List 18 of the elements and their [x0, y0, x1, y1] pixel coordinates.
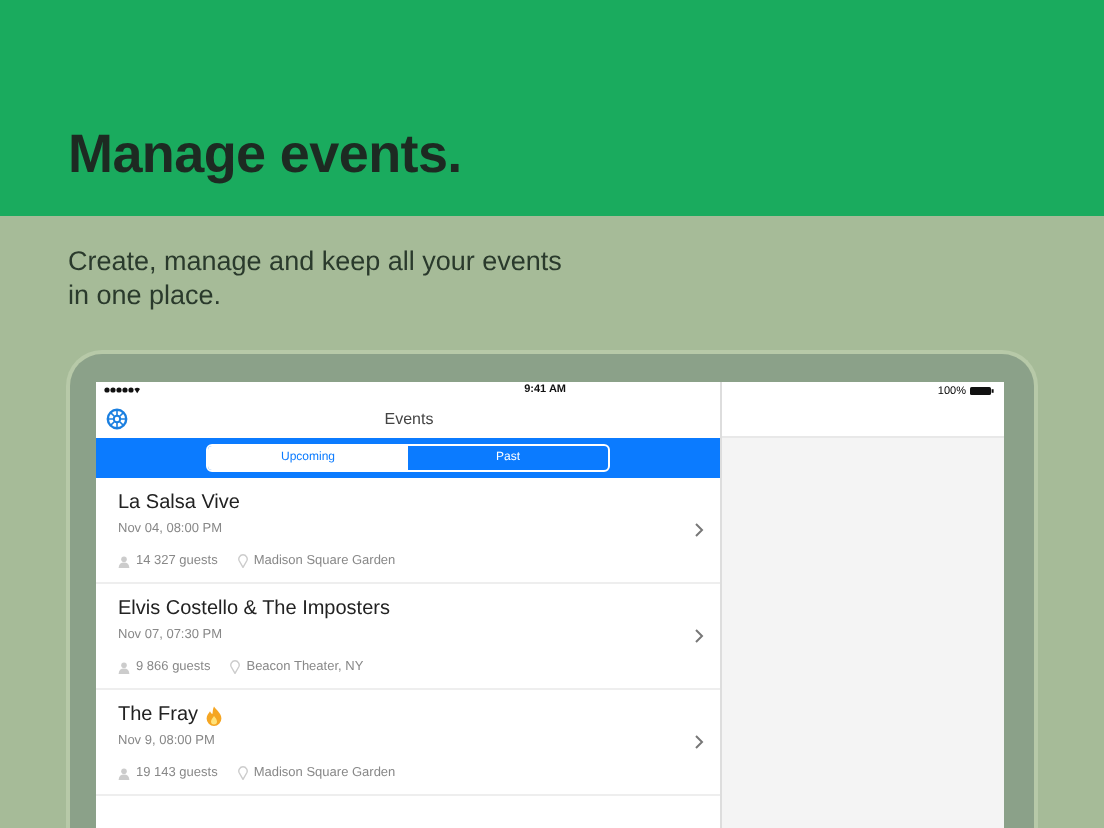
- settings-icon[interactable]: [106, 407, 128, 429]
- chevron-right-icon: [694, 522, 704, 538]
- person-icon: [118, 767, 130, 779]
- person-icon: [118, 555, 130, 567]
- location-pin-icon: [237, 554, 248, 568]
- headline: Manage events.: [68, 124, 464, 186]
- event-name: The Fray: [118, 704, 199, 726]
- location-pin-icon: [230, 660, 241, 674]
- event-name: Elvis Costello & The Imposters: [118, 598, 390, 620]
- signal-icon: [104, 386, 140, 394]
- location-pin-icon: [237, 766, 248, 780]
- event-name: La Salsa Vive: [118, 492, 240, 514]
- chevron-right-icon: [694, 734, 704, 750]
- subtitle: Create, manage and keep all your events in one place.: [68, 244, 564, 312]
- chevron-right-icon: [694, 628, 704, 644]
- person-icon: [118, 661, 130, 673]
- battery-icon: [970, 386, 994, 396]
- nav-title: Events: [382, 409, 436, 427]
